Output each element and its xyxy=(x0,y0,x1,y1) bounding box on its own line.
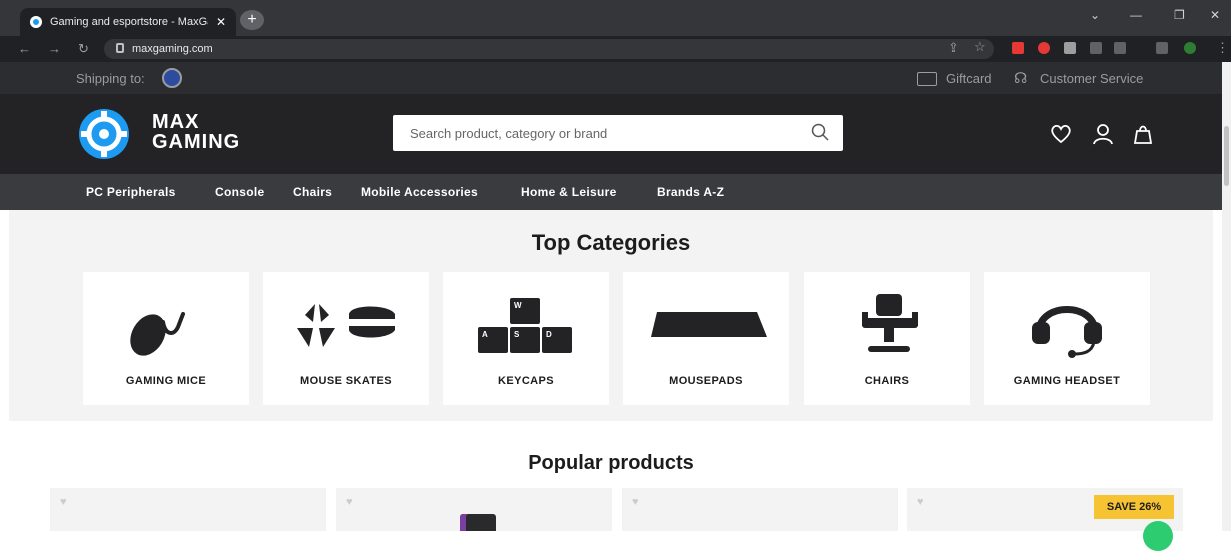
close-tab-icon[interactable]: ✕ xyxy=(216,15,226,29)
mouse-skates-icon xyxy=(297,304,395,347)
nav-item-brands-a-z[interactable]: Brands A-Z xyxy=(657,185,724,199)
browser-menu-icon[interactable]: ⋮ xyxy=(1216,40,1229,56)
keycaps-icon: W A S D xyxy=(478,298,572,353)
wishlist-heart-icon[interactable] xyxy=(1050,124,1072,144)
nav-item-pc-peripherals[interactable]: PC Peripherals xyxy=(86,185,176,199)
wishlist-heart-icon[interactable]: ♥ xyxy=(346,496,353,508)
nav-item-home-leisure[interactable]: Home & Leisure xyxy=(521,185,617,199)
reading-list-icon[interactable] xyxy=(1114,42,1126,54)
site-header: MAX GAMING Search product, category or b… xyxy=(0,94,1222,174)
product-card[interactable]: ♥ xyxy=(336,488,612,531)
reload-icon[interactable]: ↻ xyxy=(78,41,89,57)
gaming-headset-icon xyxy=(1032,306,1102,358)
wishlist-heart-icon[interactable]: ♥ xyxy=(60,496,67,508)
category-label: GAMING HEADSET xyxy=(1013,375,1121,387)
keycap-d-label: D xyxy=(546,330,552,339)
product-image xyxy=(460,514,496,531)
search-placeholder: Search product, category or brand xyxy=(410,126,608,141)
category-card-mouse-skates[interactable]: MOUSE SKATES xyxy=(263,272,429,405)
minimize-icon[interactable]: — xyxy=(1130,8,1142,22)
nav-item-chairs[interactable]: Chairs xyxy=(293,185,332,199)
headset-icon: ☊ xyxy=(1014,70,1028,87)
url-text: maxgaming.com xyxy=(132,43,213,55)
giftcard-icon xyxy=(917,72,937,86)
tab-title: Gaming and esportstore - MaxGa xyxy=(50,16,208,28)
shipping-label: Shipping to: xyxy=(76,71,145,86)
product-card[interactable]: ♥ xyxy=(622,488,898,531)
lock-icon xyxy=(116,43,124,53)
browser-tab[interactable]: Gaming and esportstore - MaxGa ✕ xyxy=(20,8,236,36)
site-logo[interactable]: MAX GAMING xyxy=(78,108,278,160)
cart-bag-icon[interactable] xyxy=(1132,123,1154,145)
extensions-puzzle-icon[interactable] xyxy=(1090,42,1102,54)
scrollbar-thumb[interactable] xyxy=(1224,126,1229,186)
account-user-icon[interactable] xyxy=(1092,123,1114,145)
close-window-icon[interactable]: ✕ xyxy=(1210,8,1220,22)
main-navigation: PC Peripherals Console Chairs Mobile Acc… xyxy=(0,174,1222,210)
search-icon[interactable] xyxy=(811,123,829,141)
search-input[interactable]: Search product, category or brand xyxy=(393,115,843,151)
back-icon[interactable]: ← xyxy=(18,41,31,56)
customer-service-link[interactable]: Customer Service xyxy=(1040,71,1143,86)
site-favicon-icon xyxy=(30,16,42,28)
extension-icon[interactable] xyxy=(1038,42,1050,54)
category-card-keycaps[interactable]: W A S D KEYCAPS xyxy=(443,272,609,405)
category-card-chairs[interactable]: CHAIRS xyxy=(804,272,970,405)
category-card-mousepads[interactable]: MOUSEPADS xyxy=(623,272,789,405)
category-label: KEYCAPS xyxy=(498,375,554,387)
popular-products-title: Popular products xyxy=(528,452,694,474)
discount-badge: SAVE 26% xyxy=(1094,495,1174,519)
gaming-chair-icon xyxy=(862,294,918,352)
category-label: GAMING MICE xyxy=(125,375,207,387)
keycap-a-label: A xyxy=(482,330,488,339)
category-card-gaming-mice[interactable]: GAMING MICE xyxy=(83,272,249,405)
logo-text-gaming: GAMING xyxy=(152,131,241,153)
category-card-gaming-headset[interactable]: GAMING HEADSET xyxy=(984,272,1150,405)
nav-item-mobile-accessories[interactable]: Mobile Accessories xyxy=(361,185,478,199)
logo-text-max: MAX xyxy=(152,111,200,133)
mousepad-icon xyxy=(651,312,767,337)
keycap-s-label: S xyxy=(514,330,520,339)
wishlist-heart-icon[interactable]: ♥ xyxy=(632,496,639,508)
category-label: CHAIRS xyxy=(864,375,910,387)
product-card[interactable]: ♥ xyxy=(50,488,326,531)
tab-search-icon[interactable]: ⌄ xyxy=(1090,8,1100,22)
forward-icon[interactable]: → xyxy=(48,41,61,56)
extension-icon[interactable] xyxy=(1012,42,1024,54)
address-bar[interactable]: maxgaming.com xyxy=(104,39,994,59)
keycap-w-label: W xyxy=(514,301,522,310)
site-top-strip: Shipping to: Giftcard ☊ Customer Service xyxy=(0,62,1222,94)
browser-toolbar: ← → ↻ maxgaming.com ⇪ ☆ ⋮ xyxy=(0,36,1231,62)
share-icon[interactable]: ⇪ xyxy=(948,40,959,56)
extension-icon[interactable] xyxy=(1064,42,1076,54)
category-label: MOUSE SKATES xyxy=(300,375,392,387)
gaming-mouse-icon xyxy=(130,312,185,356)
profile-avatar[interactable] xyxy=(1184,42,1196,54)
top-categories-title: Top Categories xyxy=(531,230,691,255)
chat-bubble-icon[interactable] xyxy=(1143,521,1173,551)
nav-item-console[interactable]: Console xyxy=(215,185,264,199)
eu-flag-icon[interactable] xyxy=(162,68,182,88)
side-panel-icon[interactable] xyxy=(1156,42,1168,54)
browser-tabstrip: Gaming and esportstore - MaxGa ✕ + ⌄ — ❐… xyxy=(0,0,1231,36)
wishlist-heart-icon[interactable]: ♥ xyxy=(917,496,924,508)
category-label: MOUSEPADS xyxy=(669,375,743,387)
giftcard-link[interactable]: Giftcard xyxy=(946,71,992,86)
new-tab-button[interactable]: + xyxy=(240,10,264,30)
bookmark-star-icon[interactable]: ☆ xyxy=(974,39,986,55)
restore-icon[interactable]: ❐ xyxy=(1174,8,1185,22)
crosshair-logo-icon xyxy=(79,109,129,159)
